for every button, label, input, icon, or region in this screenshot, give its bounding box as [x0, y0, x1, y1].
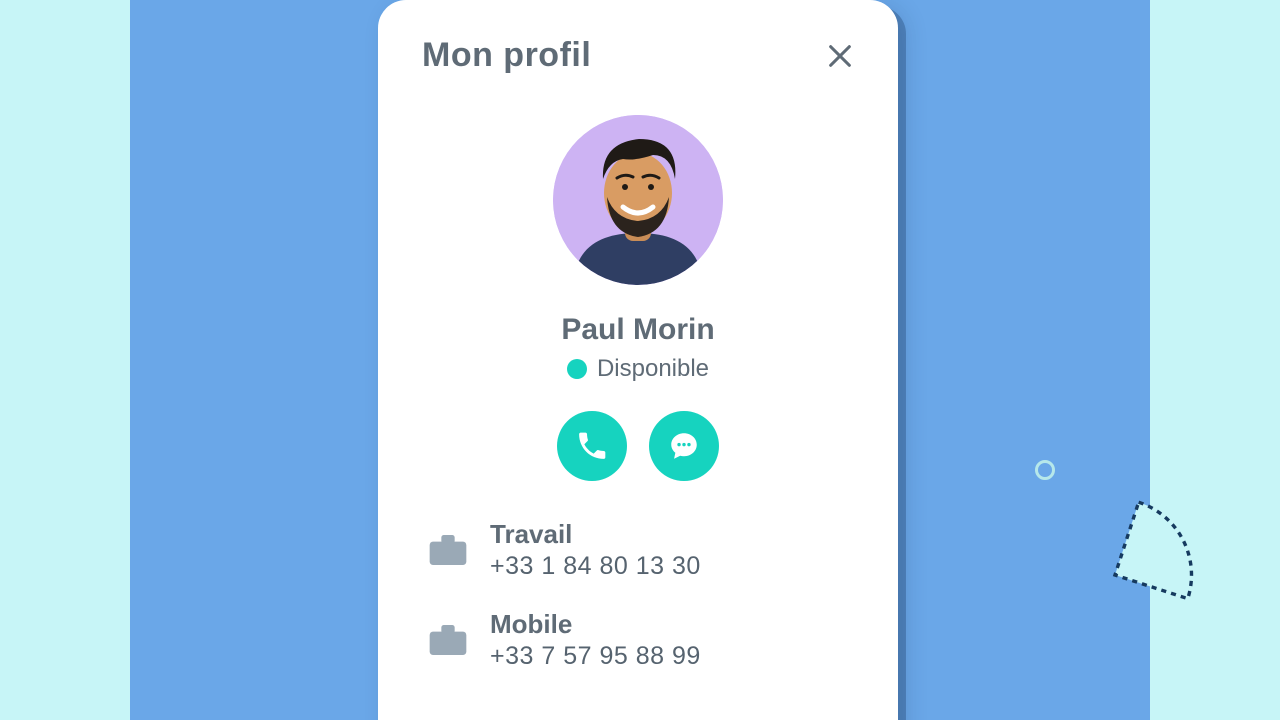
contact-work-value: +33 1 84 80 13 30 — [490, 552, 701, 581]
briefcase-icon — [428, 623, 468, 657]
status-text: Disponible — [597, 355, 709, 383]
contact-mobile-text: Mobile +33 7 57 95 88 99 — [490, 609, 701, 671]
chat-icon — [667, 429, 701, 463]
avatar-image — [553, 115, 723, 285]
status-row: Disponible — [422, 355, 854, 383]
status-indicator-icon — [567, 359, 587, 379]
call-button[interactable] — [557, 411, 627, 481]
decorative-dot — [1035, 460, 1055, 480]
phone-icon — [575, 429, 609, 463]
contact-work-text: Travail +33 1 84 80 13 30 — [490, 519, 701, 581]
contact-work-label: Travail — [490, 519, 701, 550]
avatar — [553, 115, 723, 285]
close-icon — [826, 42, 854, 70]
contact-mobile-value: +33 7 57 95 88 99 — [490, 642, 701, 671]
contact-row-mobile: Mobile +33 7 57 95 88 99 — [422, 609, 854, 699]
close-button[interactable] — [826, 42, 854, 70]
contact-mobile-label: Mobile — [490, 609, 701, 640]
chat-button[interactable] — [649, 411, 719, 481]
card-header: Mon profil — [422, 36, 854, 75]
profile-card: Mon profil — [378, 0, 898, 720]
card-title: Mon profil — [422, 36, 591, 75]
briefcase-icon — [428, 533, 468, 567]
action-row — [422, 411, 854, 481]
contact-row-work: Travail +33 1 84 80 13 30 — [422, 519, 854, 609]
profile-name: Paul Morin — [422, 313, 854, 347]
